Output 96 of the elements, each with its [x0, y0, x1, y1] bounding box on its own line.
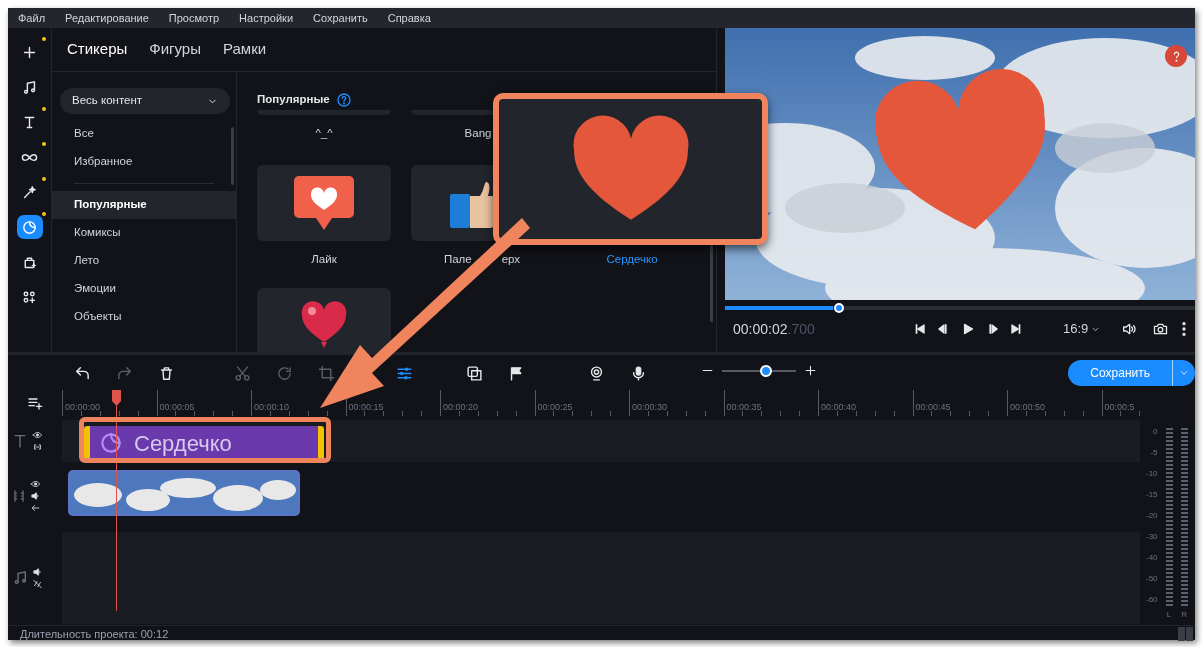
menu-item[interactable]: Просмотр — [168, 9, 220, 27]
camera-icon[interactable] — [1152, 321, 1170, 337]
meter-scale-label: -10 — [1146, 470, 1158, 478]
speaker-icon[interactable] — [1120, 321, 1139, 337]
sticker-icon — [98, 430, 124, 456]
timeline-ruler[interactable]: 00:00:00 00:00:05 00:00:10 00:00:15 00:00:20 00:00:25 00:00:30 00:00:35 00:00:40 00:00:45 00:00:50 00:00:5 — [62, 390, 1140, 416]
speaker-icon[interactable] — [32, 567, 43, 577]
sticker-label: ^_^ — [315, 126, 333, 142]
rotate-icon — [275, 364, 293, 382]
time-label: 00:00:25 — [537, 402, 573, 412]
meter-scale-label: -30 — [1146, 533, 1158, 541]
crop-icon — [317, 364, 335, 382]
sticker-tile[interactable] — [257, 164, 391, 241]
music-note-icon — [21, 78, 38, 96]
skip-end-icon[interactable] — [1009, 322, 1023, 336]
playhead-handle[interactable] — [111, 390, 122, 406]
aspect-ratio-dropdown[interactable]: 16:9 — [1063, 319, 1101, 339]
play-icon[interactable] — [961, 322, 975, 336]
time-label: 00:00:50 — [1010, 402, 1046, 412]
layout-grid-icon[interactable] — [1178, 627, 1193, 642]
magic-wand-icon — [21, 183, 38, 201]
meter-scale-label: 0 — [1153, 428, 1158, 436]
sticker-label: Лайк — [311, 251, 337, 267]
sticker-clip[interactable]: Сердечко — [84, 426, 324, 460]
time-label: 00:00:45 — [915, 402, 951, 412]
menu-item[interactable]: Сохранить — [313, 9, 368, 27]
category-item[interactable]: Комиксы — [52, 219, 236, 247]
music-track-icon — [12, 569, 28, 587]
sticker-label: Пале — [443, 251, 472, 267]
tab[interactable]: Фигуры — [149, 38, 201, 61]
more-vertical-icon[interactable] — [1181, 321, 1188, 337]
meter-scale-label: -15 — [1146, 491, 1158, 499]
like-heart-bubble-icon — [292, 173, 356, 232]
video-track-icon — [12, 487, 26, 505]
link-off-icon[interactable] — [32, 579, 43, 589]
channel-label: R — [1181, 611, 1187, 619]
sticker-icon — [21, 218, 38, 236]
undo-icon — [73, 364, 91, 382]
video-clip[interactable] — [68, 470, 300, 516]
meter-scale-label: -60 — [1146, 596, 1158, 604]
skip-start-icon[interactable] — [913, 322, 927, 336]
speaker-icon[interactable] — [30, 491, 41, 501]
track-lane[interactable] — [62, 532, 1140, 624]
category-item[interactable]: Все — [52, 120, 236, 148]
clip-label: Сердечко — [134, 429, 232, 458]
time-label: 00:00:5 — [1104, 402, 1135, 412]
time-label: 00:00:30 — [632, 402, 668, 412]
menu-item[interactable]: Настройки — [239, 9, 294, 27]
add-track-icon[interactable] — [26, 395, 44, 411]
sticker-label: Bang — [464, 126, 492, 142]
time-label: 00:00:05 — [159, 402, 195, 412]
meter-scale-label: -40 — [1146, 554, 1158, 562]
meter-scale-label: -20 — [1146, 512, 1158, 520]
meter-scale-label: -50 — [1146, 575, 1158, 583]
tab[interactable]: Стикеры — [67, 38, 128, 61]
overlay-button[interactable] — [464, 363, 484, 383]
time-label: 00:00:20 — [443, 402, 479, 412]
time-label: 00:00:35 — [726, 402, 762, 412]
text-track-icon — [12, 432, 28, 450]
chevron-down-icon — [1179, 368, 1189, 378]
menu-item[interactable]: Редактирование — [65, 9, 149, 27]
sticker-label: ерх — [501, 251, 521, 267]
time-display: 00:00:02.700 — [733, 319, 816, 339]
arrow-left-icon[interactable] — [30, 503, 41, 513]
zoom-in-icon[interactable] — [804, 364, 817, 377]
category-item[interactable]: Эмоции — [52, 275, 236, 303]
tool-rail-button[interactable] — [16, 215, 43, 239]
time-label: 00:00:10 — [254, 402, 290, 412]
overlay-icon — [465, 364, 483, 382]
link-icon[interactable] — [32, 442, 43, 452]
sticker-tile[interactable] — [257, 287, 391, 352]
help-icon[interactable] — [335, 91, 352, 108]
category-item[interactable]: Объекты — [52, 303, 236, 331]
category-item[interactable]: Популярные — [52, 191, 236, 219]
scissors-icon — [233, 364, 251, 382]
category-item[interactable]: Лето — [52, 247, 236, 275]
project-duration: Длительность проекта: 00:12 — [20, 627, 169, 642]
sticker-label: Сердечко — [606, 251, 658, 267]
redo-icon — [115, 364, 133, 382]
section-title: Популярные — [257, 92, 330, 107]
content-dropdown[interactable]: Весь контент — [60, 88, 230, 114]
time-label: 00:00:15 — [348, 402, 384, 412]
scrollbar-thumb[interactable] — [231, 127, 234, 185]
menu-item[interactable]: Файл — [18, 9, 46, 27]
tab[interactable]: Рамки — [223, 38, 267, 61]
track-lane[interactable]: Сердечко — [62, 420, 1140, 462]
zoom-slider-thumb[interactable] — [760, 364, 773, 377]
eye-icon[interactable] — [30, 479, 41, 489]
eye-icon[interactable] — [32, 430, 43, 440]
time-label: 00:00:00 — [65, 402, 101, 412]
progress-thumb[interactable] — [834, 303, 845, 313]
meter-scale-label: -5 — [1150, 449, 1158, 457]
time-label: 00:00:40 — [821, 402, 857, 412]
menu-item[interactable]: Справка — [387, 9, 431, 27]
channel-label: L — [1166, 611, 1172, 619]
category-item[interactable]: Избранное — [52, 148, 236, 176]
